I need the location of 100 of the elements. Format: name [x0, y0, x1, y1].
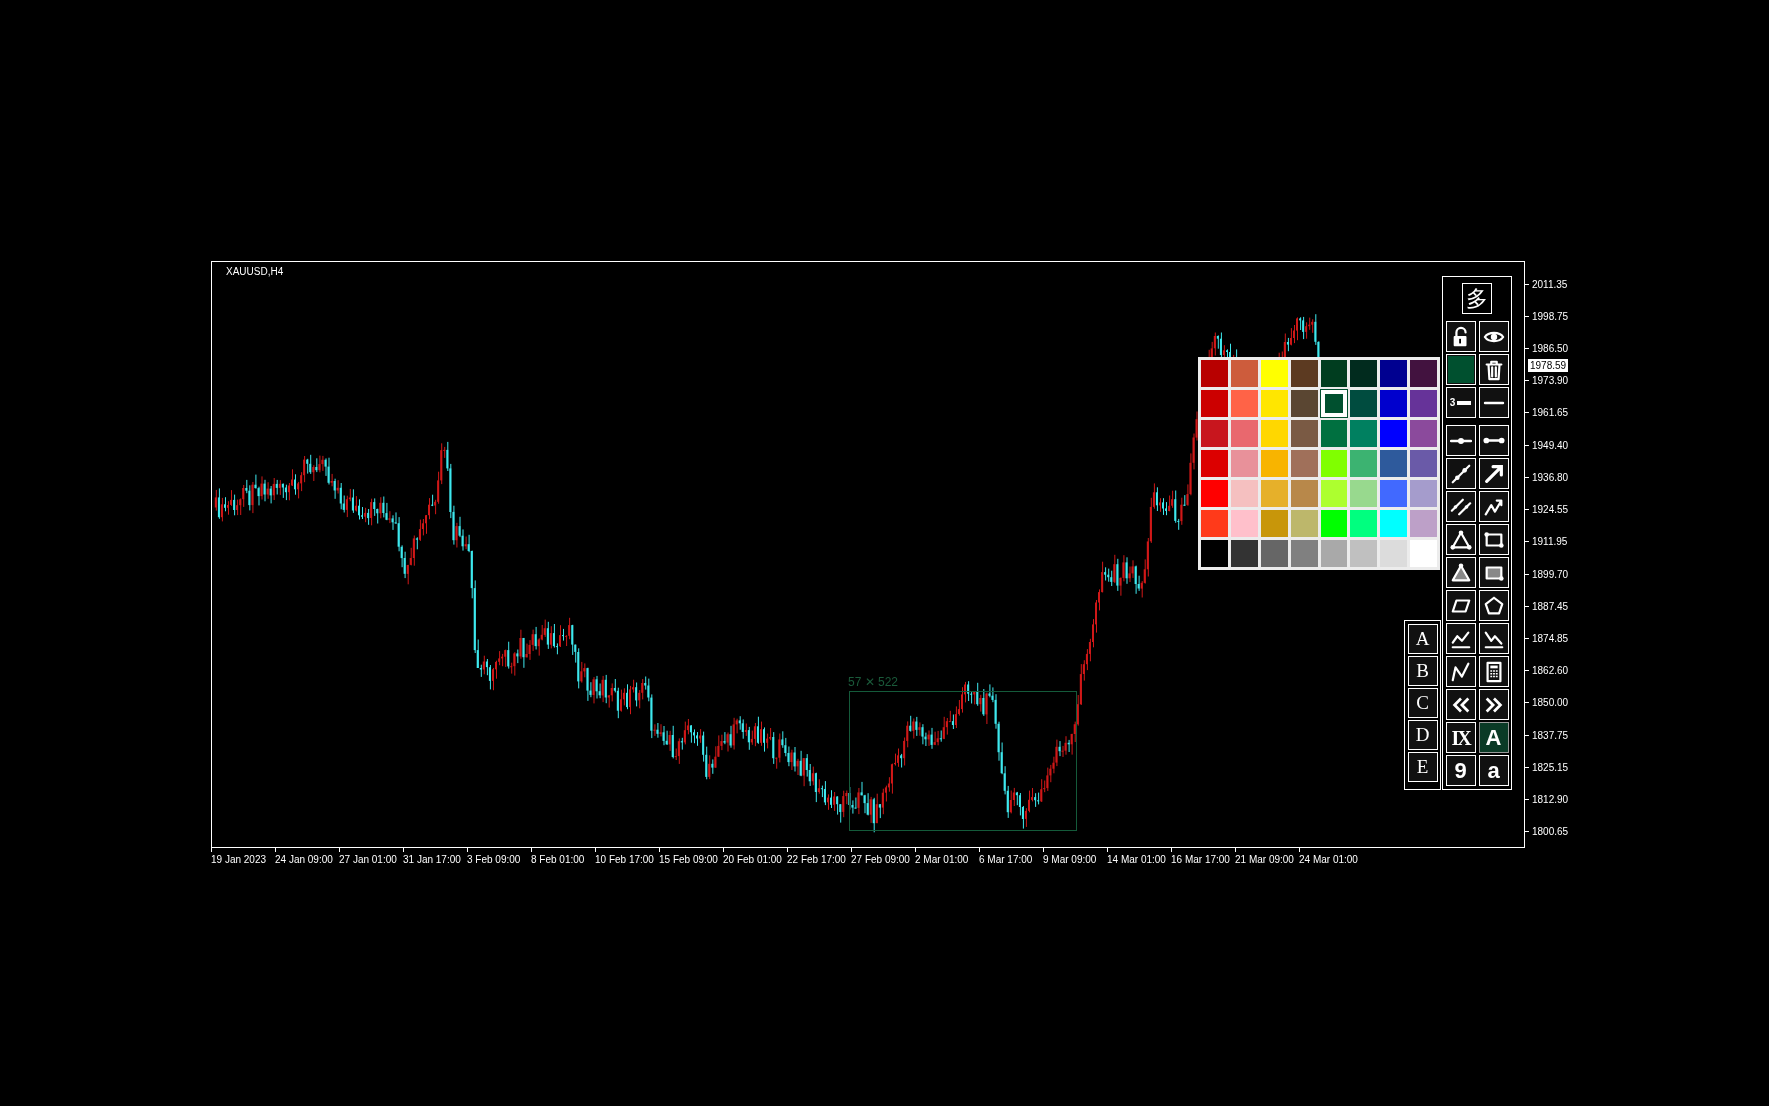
tool-button[interactable]	[1478, 656, 1509, 687]
price-label: 2011.35	[1532, 277, 1568, 292]
color-swatch[interactable]	[1201, 540, 1228, 567]
price-label: 1899.70	[1532, 567, 1569, 582]
tool-button[interactable]	[1445, 623, 1476, 654]
price-label: 1874.85	[1532, 632, 1569, 646]
tool-button[interactable]	[1478, 354, 1509, 385]
color-swatch[interactable]	[1260, 450, 1288, 477]
tool-button[interactable]	[1478, 491, 1509, 522]
tool-button[interactable]	[1445, 524, 1476, 555]
color-swatch[interactable]	[1290, 360, 1318, 387]
labeled-line-button[interactable]: 3	[1445, 387, 1476, 418]
tool-button[interactable]	[1445, 590, 1476, 621]
letter-button[interactable]: C	[1407, 688, 1438, 718]
color-swatch[interactable]	[1350, 390, 1378, 417]
color-swatch[interactable]	[1230, 510, 1258, 537]
tool-button[interactable]	[1478, 590, 1509, 621]
tool-button[interactable]	[1478, 524, 1509, 555]
color-swatch[interactable]	[1410, 360, 1437, 387]
color-swatch[interactable]	[1380, 420, 1408, 447]
time-label: 16 Mar 17:00	[1171, 853, 1231, 867]
tool-button[interactable]	[1478, 321, 1509, 352]
line-label: 3	[1449, 396, 1456, 410]
tool-button[interactable]	[1478, 557, 1509, 588]
text-tool-button[interactable]: a	[1478, 755, 1509, 786]
tool-button[interactable]	[1445, 321, 1476, 352]
color-swatch[interactable]	[1290, 480, 1318, 507]
color-swatch[interactable]	[1350, 420, 1378, 447]
tool-button[interactable]	[1445, 491, 1476, 522]
color-swatch[interactable]	[1201, 390, 1228, 417]
color-swatch[interactable]	[1260, 480, 1288, 507]
color-swatch[interactable]	[1350, 540, 1378, 567]
color-swatch[interactable]	[1350, 510, 1378, 537]
time-label: 27 Feb 09:00	[851, 853, 911, 867]
color-swatch[interactable]	[1410, 450, 1437, 477]
color-swatch[interactable]	[1350, 360, 1378, 387]
time-label: 24 Mar 01:00	[1299, 853, 1359, 867]
color-swatch[interactable]	[1260, 540, 1288, 567]
time-label: 31 Jan 17:00	[403, 853, 462, 867]
color-swatch[interactable]	[1350, 480, 1378, 507]
letter-button[interactable]: A	[1407, 624, 1438, 654]
tool-button[interactable]	[1445, 458, 1476, 489]
color-swatch[interactable]	[1201, 360, 1228, 387]
color-swatch[interactable]	[1230, 420, 1258, 447]
color-swatch[interactable]	[1380, 360, 1408, 387]
color-swatch[interactable]	[1320, 510, 1348, 537]
letter-button[interactable]: E	[1407, 752, 1438, 782]
color-swatch[interactable]	[1230, 540, 1258, 567]
tool-button[interactable]	[1478, 623, 1509, 654]
color-swatch[interactable]	[1201, 420, 1228, 447]
text-tool-button[interactable]: 9	[1445, 755, 1476, 786]
color-swatch[interactable]	[1260, 390, 1288, 417]
letter-button[interactable]: D	[1407, 720, 1438, 750]
color-swatch[interactable]	[1380, 480, 1408, 507]
tool-button[interactable]	[1478, 689, 1509, 720]
tool-button[interactable]	[1478, 387, 1509, 418]
price-label: 1949.40	[1532, 438, 1569, 453]
color-swatch[interactable]	[1320, 390, 1348, 417]
color-swatch[interactable]	[1230, 360, 1258, 387]
tool-button[interactable]	[1478, 458, 1509, 489]
color-swatch[interactable]	[1290, 420, 1318, 447]
color-swatch[interactable]	[1230, 450, 1258, 477]
color-swatch[interactable]	[1230, 480, 1258, 507]
color-swatch[interactable]	[1201, 510, 1228, 537]
color-swatch[interactable]	[1380, 390, 1408, 417]
color-swatch[interactable]	[1320, 360, 1348, 387]
text-tool-button[interactable]: IX	[1445, 722, 1476, 753]
color-swatch[interactable]	[1380, 510, 1408, 537]
tool-button[interactable]	[1445, 689, 1476, 720]
color-swatch[interactable]	[1320, 480, 1348, 507]
color-swatch[interactable]	[1410, 480, 1437, 507]
color-swatch[interactable]	[1290, 510, 1318, 537]
price-label: 1961.65	[1532, 406, 1569, 421]
color-swatch[interactable]	[1320, 540, 1348, 567]
color-swatch[interactable]	[1290, 390, 1318, 417]
color-swatch[interactable]	[1260, 510, 1288, 537]
color-swatch[interactable]	[1290, 450, 1318, 477]
text-tool-button[interactable]: A	[1478, 722, 1509, 753]
price-label: 1862.60	[1532, 664, 1569, 679]
color-swatch[interactable]	[1230, 390, 1258, 417]
color-swatch[interactable]	[1410, 420, 1437, 447]
toolbar-title: 多	[1462, 283, 1492, 314]
tool-button[interactable]	[1478, 425, 1509, 456]
color-swatch[interactable]	[1260, 420, 1288, 447]
trend-line-icon	[1449, 462, 1472, 485]
letter-button[interactable]: B	[1407, 656, 1438, 686]
tool-button[interactable]	[1445, 656, 1476, 687]
color-swatch[interactable]	[1320, 420, 1348, 447]
time-label: 2 Mar 01:00	[915, 853, 970, 867]
color-swatch[interactable]	[1290, 540, 1318, 567]
color-swatch[interactable]	[1260, 360, 1288, 387]
color-swatch[interactable]	[1320, 450, 1348, 477]
color-swatch[interactable]	[1201, 450, 1228, 477]
tool-button[interactable]	[1445, 425, 1476, 456]
color-swatch[interactable]	[1410, 510, 1437, 537]
tool-button[interactable]	[1445, 557, 1476, 588]
color-swatch[interactable]	[1201, 480, 1228, 507]
color-swatch[interactable]	[1410, 390, 1437, 417]
color-swatch[interactable]	[1350, 450, 1378, 477]
color-swatch[interactable]	[1380, 450, 1408, 477]
